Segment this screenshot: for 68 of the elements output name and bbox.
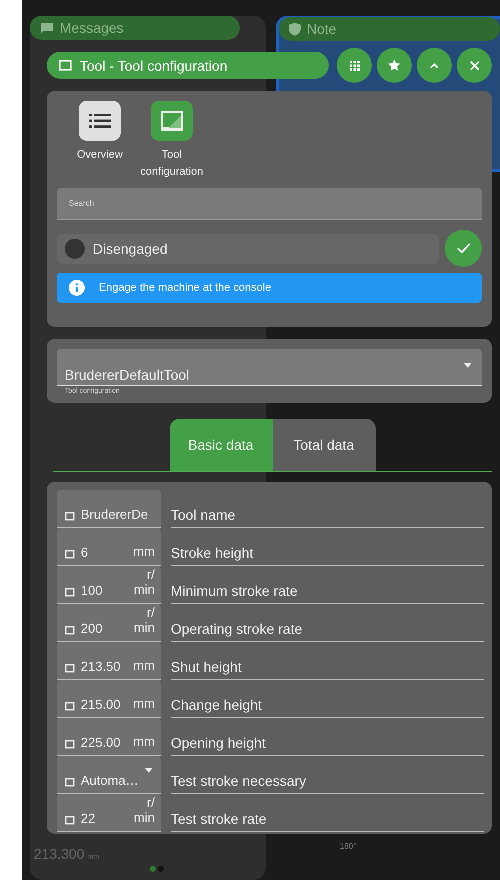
page-dot[interactable] — [158, 866, 164, 872]
dropdown-field[interactable]: Automa… — [57, 756, 161, 794]
angle-value: 180° — [340, 842, 357, 851]
parameter-label: Opening height — [171, 718, 484, 756]
square-icon — [65, 702, 75, 712]
close-icon — [470, 60, 480, 70]
card-title: Note — [307, 21, 337, 37]
unit-label: r/ min — [133, 606, 155, 636]
parameter-label: Test stroke necessary — [171, 756, 484, 794]
parameter-label: Stroke height — [171, 528, 484, 566]
list-app-button[interactable] — [79, 101, 121, 141]
dropdown-caret-icon — [145, 768, 153, 773]
tool-app-button[interactable] — [151, 101, 193, 141]
parameter-label: Operating stroke rate — [171, 604, 484, 642]
square-icon — [65, 588, 75, 598]
confirm-button[interactable] — [445, 230, 482, 267]
parameter-label: Shut height — [171, 642, 484, 680]
tool-dropdown[interactable]: BrudererDefaultTool — [57, 349, 482, 386]
star-icon — [388, 59, 401, 72]
page-dot[interactable] — [150, 866, 156, 872]
square-icon — [65, 740, 75, 750]
grid-icon — [350, 60, 360, 70]
parameter-label: Tool name — [171, 490, 484, 528]
chat-icon — [40, 22, 54, 34]
shield-icon — [289, 22, 301, 36]
unit-label: mm — [132, 735, 155, 750]
info-text: Engage the machine at the console — [99, 282, 272, 294]
unit-label: r/ min — [133, 796, 155, 826]
square-icon — [65, 664, 75, 674]
dropdown-caret-icon — [464, 363, 472, 368]
square-icon — [65, 512, 75, 522]
input-field[interactable]: BrudererDe — [57, 490, 161, 528]
window-icon — [59, 60, 72, 71]
tool-screen-icon — [161, 111, 183, 131]
search-field[interactable]: Search — [57, 188, 482, 220]
parameter-label: Minimum stroke rate — [171, 566, 484, 604]
window-title-bar[interactable]: Tool - Tool configuration — [47, 52, 329, 79]
input-field[interactable]: 225.00 mm — [57, 718, 161, 756]
list-icon — [89, 113, 111, 129]
tab[interactable]: Basic data — [170, 419, 272, 471]
square-icon — [65, 778, 75, 788]
input-field[interactable]: 213.50 mm — [57, 642, 161, 680]
unit-label: mm — [132, 545, 155, 560]
app-label: Tool configuration — [140, 148, 204, 180]
parameter-label: Test stroke rate — [171, 794, 484, 832]
caret-up-icon — [430, 62, 439, 68]
app-label: Overview — [77, 148, 123, 163]
parameter-label: Change height — [171, 680, 484, 718]
card-title: Messages — [60, 20, 124, 36]
unit-label: mm — [132, 697, 155, 712]
reading-value: 213.300 — [34, 846, 85, 862]
unit-label: r/ min — [133, 568, 155, 598]
info-icon — [69, 280, 85, 296]
input-field[interactable]: 215.00 mm — [57, 680, 161, 718]
input-field[interactable]: 200 r/ min — [57, 604, 161, 642]
check-icon — [456, 243, 470, 254]
square-icon — [65, 626, 75, 636]
input-field[interactable]: 100 r/ min — [57, 566, 161, 604]
tab[interactable]: Total data — [272, 419, 376, 471]
messages-header[interactable]: Messages — [30, 16, 240, 40]
note-header[interactable]: Note — [279, 17, 500, 41]
state-label: Disengaged — [93, 240, 168, 256]
input-field[interactable]: 6 mm — [57, 528, 161, 566]
unit-label: mm — [132, 659, 155, 674]
window-title: Tool - Tool configuration — [80, 58, 228, 74]
square-icon — [65, 550, 75, 560]
input-field[interactable]: 22 r/ min — [57, 794, 161, 832]
square-icon — [65, 816, 75, 826]
